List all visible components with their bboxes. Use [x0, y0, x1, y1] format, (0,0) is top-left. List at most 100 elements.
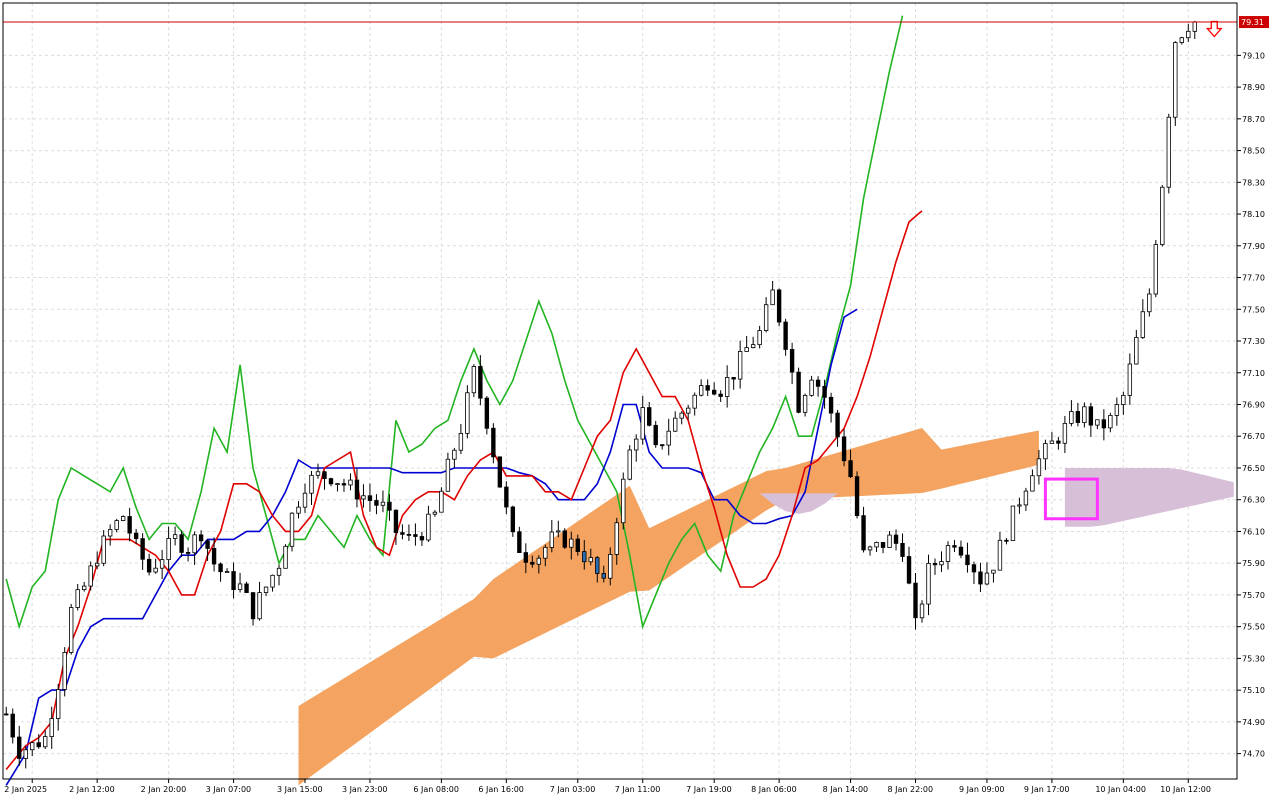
x-tick-label: 6 Jan 16:00	[478, 785, 524, 794]
candle-bull	[666, 430, 671, 446]
candle-bull	[1049, 440, 1055, 444]
candle-bear	[653, 424, 658, 446]
candle-bear	[958, 546, 964, 556]
candle-bull	[874, 542, 879, 548]
candle-bear	[913, 582, 918, 619]
candle-bull	[283, 545, 288, 569]
y-tick-label: 78.70	[1242, 115, 1265, 124]
chart-canvas[interactable]: 74.70 74.90 75.10 75.30 75.50 75.70 75.90 76.10…	[0, 0, 1280, 800]
candle-bull	[737, 351, 743, 380]
y-tick-label: 75.90	[1242, 559, 1265, 568]
candle-bear	[10, 713, 15, 738]
candle-bear	[244, 583, 249, 593]
candle-bear	[231, 571, 236, 590]
candle-bull	[23, 749, 28, 759]
candle-bull	[309, 474, 314, 494]
candle-bear	[893, 534, 899, 544]
candle-bear	[497, 456, 503, 488]
candle-bull	[1030, 475, 1035, 492]
candle-bear	[484, 397, 490, 429]
candle-bear	[932, 562, 938, 566]
x-tick-label: 2 Jan 2025	[4, 785, 47, 794]
candle-bull	[1108, 415, 1113, 429]
candle-bull	[237, 583, 243, 590]
candle-bull	[1127, 363, 1133, 396]
y-tick-label: 75.10	[1242, 686, 1265, 695]
candle-bull	[192, 534, 197, 554]
candle-bull	[120, 516, 126, 521]
candle-bear	[705, 385, 710, 391]
candle-bull	[224, 571, 230, 573]
candle-bear	[127, 516, 132, 534]
y-tick-label: 77.10	[1242, 369, 1265, 378]
candle-bull	[588, 557, 593, 563]
current-price-label: 79.31	[1241, 18, 1264, 27]
y-tick-label: 75.50	[1242, 623, 1265, 632]
candle-bull	[1153, 244, 1159, 295]
candle-bear	[718, 393, 723, 397]
candle-bear	[218, 563, 223, 573]
candle-bull	[426, 513, 431, 541]
candle-bear	[854, 476, 860, 517]
down-arrow-icon	[1205, 20, 1223, 38]
candle-bull	[315, 471, 321, 476]
x-tick-label: 9 Jan 17:00	[1024, 785, 1070, 794]
candle-bear	[17, 736, 22, 759]
candle-bear	[595, 557, 600, 574]
axes: 74.70 74.90 75.10 75.30 75.50 75.70 75.90 76.10…	[2, 2, 1269, 794]
candle-bull	[1192, 21, 1197, 32]
candle-bull	[172, 534, 178, 539]
x-tick-label: 7 Jan 19:00	[686, 785, 732, 794]
y-tick-label: 77.30	[1242, 337, 1265, 346]
candle-bull	[335, 483, 340, 485]
candle-bear	[367, 495, 373, 501]
candle-bear	[1004, 539, 1009, 542]
candle-bull	[744, 347, 749, 352]
candle-bear	[36, 742, 41, 748]
candle-bull	[30, 742, 35, 751]
candle-bear	[711, 389, 717, 395]
candle-bull	[471, 366, 477, 394]
candle-bear	[478, 366, 483, 399]
candle-bull	[62, 652, 67, 690]
candle-bull	[1036, 458, 1042, 477]
candle-bear	[198, 534, 204, 542]
candle-bull	[991, 569, 996, 574]
candlesticks	[4, 20, 1197, 769]
candle-bear	[880, 542, 886, 548]
y-tick-label: 76.10	[1242, 527, 1265, 536]
candle-bull	[1160, 186, 1165, 245]
candle-bull	[1023, 490, 1029, 506]
y-tick-label: 78.50	[1242, 147, 1265, 156]
candle-bear	[328, 478, 334, 485]
overlays	[3, 20, 1237, 521]
ichimoku-cloud	[298, 428, 1234, 786]
candle-bull	[465, 392, 470, 434]
candle-bear	[822, 385, 827, 398]
candle-bear	[1056, 440, 1061, 444]
candle-bull	[348, 479, 353, 486]
candle-bull	[673, 417, 678, 432]
candle-bull	[621, 478, 626, 524]
candle-bear	[1075, 411, 1081, 423]
candle-bull	[1114, 404, 1120, 416]
candle-bear	[510, 506, 516, 533]
y-tick-label: 77.90	[1242, 242, 1265, 251]
candle-bear	[861, 515, 866, 551]
price-chart[interactable]: 74.70 74.90 75.10 75.30 75.50 75.70 75.90 76.10…	[0, 0, 1280, 800]
x-tick-label: 2 Jan 20:00	[141, 785, 187, 794]
candle-bear	[413, 534, 418, 537]
candle-bull	[75, 589, 80, 608]
candle-bull	[763, 304, 769, 331]
candle-bull	[107, 529, 113, 537]
candle-bear	[406, 533, 412, 536]
candle-bear	[205, 540, 210, 549]
x-tick-label: 8 Jan 06:00	[751, 785, 797, 794]
candle-bear	[146, 558, 152, 573]
y-tick-label: 75.70	[1242, 591, 1265, 600]
candle-bull	[1062, 422, 1068, 444]
grid	[3, 3, 1237, 779]
candle-bull	[361, 495, 366, 500]
candle-bull	[257, 592, 262, 620]
candle-bull	[887, 534, 892, 548]
